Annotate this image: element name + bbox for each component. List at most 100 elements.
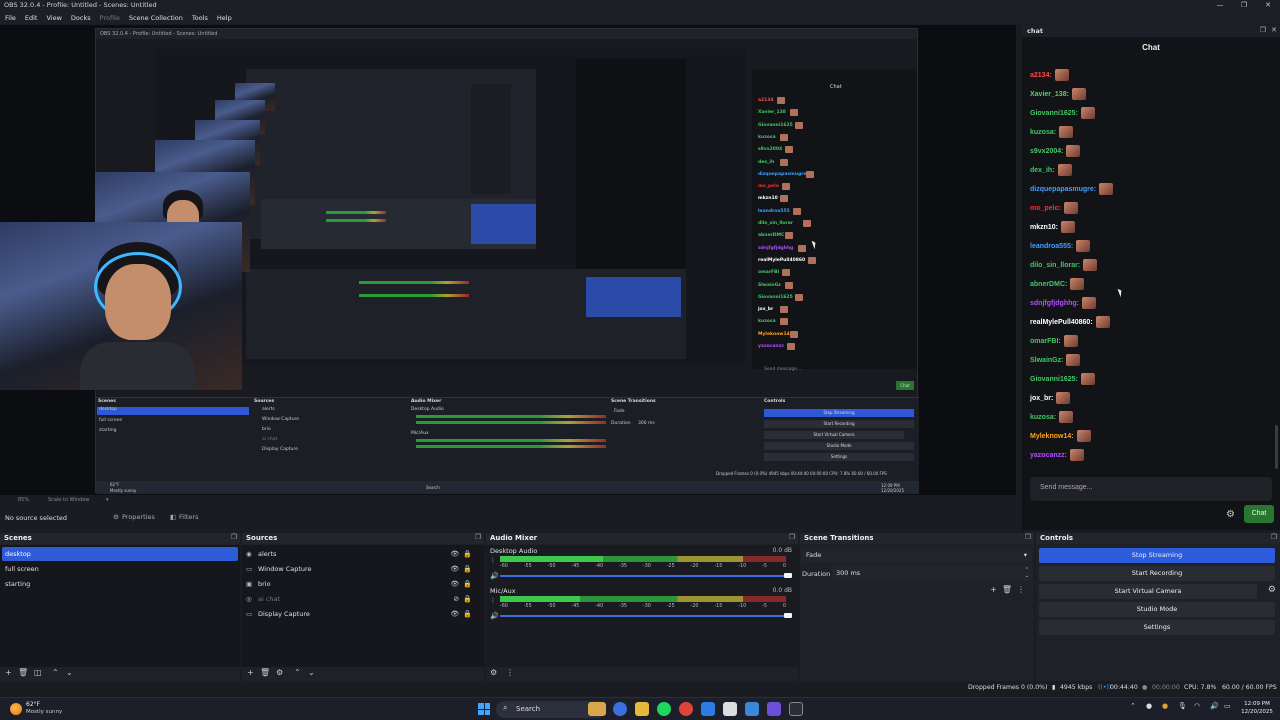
scene-item[interactable]: starting	[2, 577, 238, 591]
move-up-icon[interactable]: ⌃	[52, 668, 59, 677]
chrome-icon[interactable]	[679, 702, 693, 716]
visibility-lock-icons[interactable]: 👁🔒	[450, 577, 476, 591]
maximize-icon[interactable]: ❐	[1232, 0, 1256, 11]
remove-source-icon[interactable]: 🗑	[260, 668, 270, 677]
source-item[interactable]: ▣ brio 👁🔒	[246, 577, 480, 591]
zoom-level[interactable]: 85%	[18, 497, 29, 503]
volume-icon[interactable]: 🔊	[1210, 702, 1219, 710]
stop-streaming-button[interactable]: Stop Streaming	[1039, 548, 1275, 563]
undock-icon[interactable]: ❐	[1260, 26, 1266, 34]
visibility-lock-icons[interactable]: ⊘🔒	[453, 592, 476, 606]
scene-item[interactable]: full screen	[2, 562, 238, 576]
scene-filters-icon[interactable]: ◫	[34, 668, 42, 677]
volume-knob[interactable]	[784, 573, 792, 578]
menu-tools[interactable]: Tools	[192, 12, 208, 24]
weather-temp[interactable]: 62°F	[26, 701, 40, 708]
chat-username[interactable]: Giovanni1625:	[1030, 376, 1078, 383]
chat-settings-icon[interactable]: ⚙	[1226, 509, 1235, 520]
source-properties-icon[interactable]: ⚙	[276, 668, 283, 677]
chat-username[interactable]: realMylePull40860:	[1030, 319, 1093, 326]
advanced-audio-icon[interactable]: ⚙	[490, 668, 497, 677]
menu-edit[interactable]: Edit	[25, 12, 38, 24]
volume-slider[interactable]	[500, 575, 786, 577]
transition-menu-icon[interactable]: ⋮	[1017, 585, 1030, 594]
chat-username[interactable]: sdnjfgfjdghhg:	[1030, 300, 1079, 307]
visibility-lock-icons[interactable]: 👁🔒	[450, 562, 476, 576]
duration-field[interactable]: 300 ms ⌃ ⌄	[832, 566, 1032, 581]
scene-item[interactable]: desktop	[2, 547, 238, 561]
chat-username[interactable]: dilo_sin_llorar:	[1030, 262, 1080, 269]
undock-icon[interactable]: ❐	[1025, 533, 1031, 541]
chat-username[interactable]: dex_ih:	[1030, 167, 1055, 174]
weather-icon[interactable]	[10, 703, 22, 715]
chat-username[interactable]: dizquepapasmugre:	[1030, 186, 1096, 193]
chat-username[interactable]: kuzosa:	[1030, 129, 1056, 136]
discord-icon[interactable]	[767, 702, 781, 716]
virtual-camera-gear-icon[interactable]: ⚙	[1268, 585, 1276, 595]
chat-username[interactable]: mo_pelo:	[1030, 205, 1061, 212]
add-transition-icon[interactable]: +	[990, 585, 1002, 594]
tray-chevron-icon[interactable]: ⌃	[1130, 702, 1136, 710]
spin-icon[interactable]: ⌃ ⌄	[1025, 567, 1029, 579]
remove-transition-icon[interactable]: 🗑	[1002, 585, 1017, 594]
tray-app-icon[interactable]: ●	[1162, 702, 1168, 710]
menu-docks[interactable]: Docks	[71, 12, 91, 24]
weather-desc[interactable]: Mostly sunny	[26, 709, 62, 715]
track-menu-icon[interactable]: ⋮	[490, 557, 496, 564]
start-virtual-camera-button[interactable]: Start Virtual Camera	[1039, 584, 1257, 599]
scale-dropdown-icon[interactable]: ▾	[106, 497, 109, 503]
chat-username[interactable]: Giovanni1625:	[1030, 110, 1078, 117]
app-widget-icon[interactable]	[588, 702, 606, 716]
menu-file[interactable]: File	[5, 12, 16, 24]
volume-slider[interactable]	[500, 615, 786, 617]
obs-icon[interactable]	[789, 702, 803, 716]
undock-icon[interactable]: ❐	[231, 533, 237, 541]
start-recording-button[interactable]: Start Recording	[1039, 566, 1275, 581]
properties-button[interactable]: Properties	[122, 513, 155, 521]
wifi-icon[interactable]: ◠	[1194, 702, 1200, 710]
source-item[interactable]: ▭ Display Capture 👁🔒	[246, 607, 480, 621]
studio-mode-button[interactable]: Studio Mode	[1039, 602, 1275, 617]
source-item[interactable]: ◎ ai chat ⊘🔒	[246, 592, 480, 606]
microphone-icon[interactable]: 🎙	[1178, 702, 1187, 710]
close-dock-icon[interactable]: ✕	[1271, 26, 1277, 34]
chat-send-button[interactable]: Chat	[1244, 505, 1274, 523]
chat-username[interactable]: SlwainGz:	[1030, 357, 1063, 364]
chat-username[interactable]: a2134:	[1030, 72, 1052, 79]
preview-canvas[interactable]: OBS 32.0.4 - Profile: Untitled - Scenes:…	[0, 25, 1016, 495]
battery-icon[interactable]: ▭	[1224, 702, 1231, 710]
chat-username[interactable]: leandroa555:	[1030, 243, 1073, 250]
chat-input[interactable]: Send message...	[1030, 477, 1272, 501]
source-item[interactable]: ◉ alerts 👁🔒	[246, 547, 480, 561]
source-item[interactable]: ▭ Window Capture 👁🔒	[246, 562, 480, 576]
spotify-icon[interactable]	[657, 702, 671, 716]
chat-username[interactable]: mkzn10:	[1030, 224, 1058, 231]
undock-icon[interactable]: ❐	[1271, 533, 1277, 541]
volume-knob[interactable]	[784, 613, 792, 618]
track-menu-icon[interactable]: ⋮	[490, 597, 496, 604]
undock-icon[interactable]: ❐	[789, 533, 795, 541]
mixer-menu-icon[interactable]: ⋮	[506, 668, 514, 677]
tray-app-icon[interactable]: ●	[1146, 702, 1152, 710]
visibility-lock-icons[interactable]: 👁🔒	[450, 547, 476, 561]
move-down-icon[interactable]: ⌄	[66, 668, 73, 677]
chat-username[interactable]: Xavier_138:	[1030, 91, 1069, 98]
menu-profile[interactable]: Profile	[100, 12, 120, 24]
speaker-icon[interactable]: 🔊	[490, 572, 499, 580]
move-up-icon[interactable]: ⌃	[294, 668, 301, 677]
menu-view[interactable]: View	[46, 12, 61, 24]
menu-help[interactable]: Help	[217, 12, 232, 24]
store-icon[interactable]	[701, 702, 715, 716]
windows-start-icon[interactable]	[478, 703, 490, 715]
chat-username[interactable]: jox_br:	[1030, 395, 1053, 402]
copilot-icon[interactable]	[613, 702, 627, 716]
photos-icon[interactable]	[745, 702, 759, 716]
chat-username[interactable]: yazocanzz:	[1030, 452, 1067, 459]
settings-button[interactable]: Settings	[1039, 620, 1275, 635]
scale-mode[interactable]: Scale to Window	[48, 497, 89, 503]
chat-scrollbar[interactable]	[1275, 425, 1278, 469]
filters-button[interactable]: Filters	[179, 513, 198, 521]
move-down-icon[interactable]: ⌄	[308, 668, 315, 677]
visibility-lock-icons[interactable]: 👁🔒	[450, 607, 476, 621]
speaker-icon[interactable]: 🔊	[490, 612, 499, 620]
